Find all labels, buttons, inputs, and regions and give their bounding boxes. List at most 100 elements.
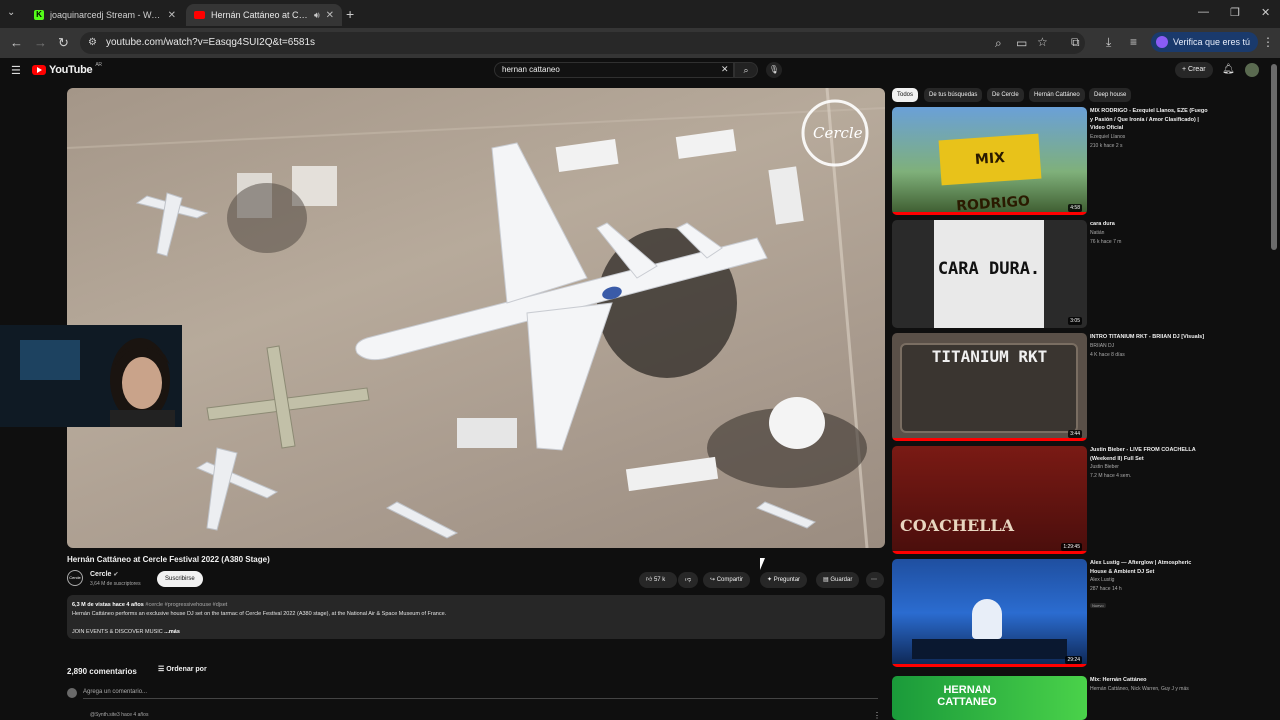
recommendation-item[interactable]: 29:24 Alex Lustig — Afterglow | Atmosphe…	[892, 559, 1222, 667]
maximize-icon[interactable]: ❐	[1230, 6, 1240, 19]
video-thumbnail[interactable]: CARA DURA. 3:05	[892, 220, 1087, 328]
forward-icon[interactable]: →	[34, 35, 47, 50]
search-value: hernan cattaneo	[502, 65, 560, 74]
recommendation-item[interactable]: HERNAN CATTANEO Mix: Hernán Cattáneo Her…	[892, 676, 1222, 720]
add-comment-input[interactable]: Agrega un comentario...	[83, 689, 878, 699]
youtube-logo[interactable]: YouTube AR	[32, 62, 102, 76]
watched-progress-bar	[892, 212, 1087, 215]
chip-all[interactable]: Todos	[892, 88, 919, 102]
window-close-icon[interactable]: ✕	[1261, 6, 1270, 19]
verify-label: Verifica que eres tú	[1173, 37, 1251, 47]
tab-youtube-video[interactable]: Hernán Cattáneo at Cercle F 🔊︎ ✕	[186, 4, 342, 26]
share-button[interactable]: ↪ Compartir	[703, 572, 751, 588]
profile-icon	[1156, 36, 1168, 48]
chip-deep-house[interactable]: Deep house	[1089, 88, 1132, 102]
tab-label: Hernán Cattáneo at Cercle F	[211, 10, 308, 20]
recommendation-channel[interactable]: BRIIAN DJ	[1090, 342, 1208, 351]
recommendation-title[interactable]: Mix: Hernán Cattáneo	[1090, 676, 1208, 685]
recommendation-title[interactable]: Alex Lustig — Afterglow | Atmospheric Ho…	[1090, 559, 1208, 576]
speaker-icon[interactable]: 🔊︎	[314, 10, 320, 21]
cast-icon[interactable]: ▭	[1016, 36, 1027, 50]
channel-name[interactable]: Cercle ✔	[90, 571, 118, 578]
recommendation-item[interactable]: CARA DURA. 3:05 cara dura Natián 76 k ha…	[892, 220, 1222, 328]
ask-label: Preguntar	[773, 577, 801, 583]
recommendation-channel[interactable]: Natián	[1090, 229, 1208, 238]
channel-name-text: Cercle	[90, 571, 112, 578]
recommendation-channel[interactable]: Hernán Cattáneo, Nick Warren, Guy J y má…	[1090, 685, 1208, 694]
video-thumbnail[interactable]: 29:24	[892, 559, 1087, 667]
upload-date: hace 4 años	[112, 602, 144, 608]
recommendation-title[interactable]: INTRO TITANIUM RKT - BRIIAN DJ [Visuals]	[1090, 333, 1208, 342]
recommendation-channel[interactable]: Justin Bieber	[1090, 463, 1208, 472]
save-label: Guardar	[830, 577, 853, 583]
show-more-link[interactable]: ...más	[164, 629, 180, 635]
recommendation-channel[interactable]: Ezequiel Llanos	[1090, 133, 1208, 142]
duration-badge: 29:24	[1065, 656, 1082, 664]
sort-icon: ☰	[158, 666, 167, 673]
recommendation-meta: 76 k hace 7 m	[1090, 238, 1122, 245]
video-thumbnail[interactable]: MIX RODRIGO 4:58	[892, 107, 1087, 215]
duration-badge: 1:29:45	[1061, 543, 1082, 551]
menu-dots-icon[interactable]: ⋮	[1262, 35, 1274, 49]
recommendation-item[interactable]: MIX RODRIGO 4:58 MIX RODRIGO - Ezequiel …	[892, 107, 1222, 215]
create-button[interactable]: + Crear	[1175, 62, 1213, 78]
hamburger-menu-icon[interactable]: ☰	[11, 64, 21, 77]
like-button[interactable]: 👍︎ 57 k	[639, 572, 677, 588]
browser-tab-bar: ⌄ K joaquinarcedj Stream - Watch L ✕ Her…	[0, 0, 1280, 28]
notifications-bell-icon[interactable]: 🔔︎	[1222, 64, 1235, 75]
dislike-button[interactable]: 👎︎	[678, 572, 698, 588]
recommendation-title[interactable]: cara dura	[1090, 220, 1208, 229]
chip-from-searches[interactable]: De tus búsquedas	[924, 88, 983, 102]
chip-from-cercle[interactable]: De Cercle	[987, 88, 1024, 102]
ask-button[interactable]: ✦ Preguntar	[760, 572, 808, 588]
extensions-icon[interactable]: ⧉	[1071, 35, 1080, 50]
minimize-icon[interactable]: —	[1198, 6, 1209, 18]
recommendation-title[interactable]: Justin Bieber - LIVE FROM COACHELLA (Wee…	[1090, 446, 1208, 463]
video-frame-aerial-stage	[67, 88, 885, 548]
tab-kick-stream[interactable]: K joaquinarcedj Stream - Watch L ✕	[26, 4, 184, 26]
video-player[interactable]: Cercle	[67, 88, 885, 548]
video-thumbnail[interactable]: HERNAN CATTANEO	[892, 676, 1087, 720]
bookmark-star-icon[interactable]: ☆	[1037, 35, 1048, 49]
reload-icon[interactable]: ↻	[58, 35, 69, 51]
search-button[interactable]: ⌕	[734, 62, 758, 78]
user-avatar	[67, 688, 77, 698]
page-scrollbar[interactable]	[1271, 64, 1277, 250]
more-actions-button[interactable]: ⋯	[866, 572, 884, 588]
hashtags[interactable]: #cercle #progressivehouse #djset	[145, 602, 227, 608]
tab-label: joaquinarcedj Stream - Watch L	[50, 10, 162, 20]
close-icon[interactable]: ✕	[326, 10, 334, 21]
media-control-icon[interactable]: ≡	[1130, 35, 1137, 49]
new-tab-button[interactable]: +	[346, 6, 354, 22]
recommendation-title[interactable]: MIX RODRIGO - Ezequiel Llanos, EZE (Fueg…	[1090, 107, 1208, 133]
account-avatar[interactable]	[1245, 63, 1259, 77]
share-label: Compartir	[716, 577, 744, 583]
search-input[interactable]: hernan cattaneo	[494, 62, 734, 78]
more-dots-icon: ⋯	[871, 577, 877, 583]
back-icon[interactable]: ←	[10, 35, 23, 50]
zoom-icon[interactable]: ⌕	[995, 36, 1002, 51]
save-button[interactable]: ▤ Guardar	[816, 572, 860, 588]
thumbnail-text: HERNAN CATTANEO	[937, 684, 997, 708]
download-icon[interactable]: ⤓	[1106, 35, 1111, 50]
voice-search-icon[interactable]: 🎙︎	[766, 62, 782, 78]
recommendation-item[interactable]: TITANIUM RKT 3:44 INTRO TITANIUM RKT - B…	[892, 333, 1222, 441]
verify-identity-button[interactable]: Verifica que eres tú	[1151, 32, 1259, 52]
comment-menu-icon[interactable]: ⋮	[873, 711, 881, 720]
chip-hernan-cattaneo[interactable]: Hernán Cattáneo	[1029, 88, 1085, 102]
tab-search-icon[interactable]: ⌄	[7, 7, 15, 18]
video-thumbnail[interactable]: COACHELLA 1:29:45	[892, 446, 1087, 554]
description-box[interactable]: 6,3 M de vistas hace 4 años #cercle #pro…	[67, 595, 885, 639]
video-thumbnail[interactable]: TITANIUM RKT 3:44	[892, 333, 1087, 441]
address-bar[interactable]: ⚙ youtube.com/watch?v=Easqg4SUI2Q&t=6581…	[80, 32, 1085, 54]
site-info-icon[interactable]: ⚙	[88, 32, 97, 54]
channel-avatar[interactable]: Cercle	[67, 570, 83, 586]
recommendation-item[interactable]: COACHELLA 1:29:45 Justin Bieber - LIVE F…	[892, 446, 1222, 554]
clear-search-icon[interactable]: ✕	[721, 64, 729, 75]
thumbnail-text: MIX RODRIGO	[938, 133, 1042, 214]
recommendation-channel[interactable]: Alex Lustig	[1090, 576, 1208, 585]
close-icon[interactable]: ✕	[168, 10, 176, 21]
subscribe-button[interactable]: Suscribirse	[157, 571, 203, 587]
logo-text: YouTube	[49, 64, 93, 76]
sort-comments-button[interactable]: ☰ Ordenar por	[158, 665, 207, 673]
